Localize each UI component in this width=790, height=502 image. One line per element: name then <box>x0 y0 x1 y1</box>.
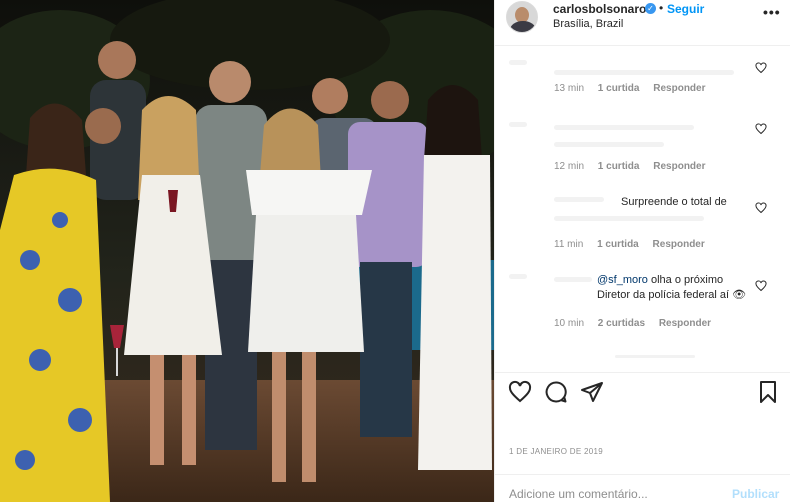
comment-like-heart-icon[interactable] <box>755 62 767 74</box>
comment-meta: 12 min 1 curtida Responder <box>554 161 717 172</box>
comment-reply-button[interactable]: Responder <box>653 161 705 172</box>
follow-button[interactable]: Seguir <box>667 2 704 16</box>
blurred-comment-text <box>554 142 664 147</box>
location-link[interactable]: Brasília, Brazil <box>553 18 623 30</box>
comment-icon[interactable] <box>544 380 568 404</box>
group-photo-illustration <box>0 0 494 502</box>
avatar-body <box>510 21 536 32</box>
comment-time: 13 min <box>554 83 585 94</box>
blurred-avatar <box>509 60 527 65</box>
add-comment-input[interactable]: Adicione um comentário... <box>509 487 648 501</box>
publish-button[interactable]: Publicar <box>732 487 779 501</box>
blurred-avatar <box>509 274 527 279</box>
comment-reply-button[interactable]: Responder <box>653 239 705 250</box>
comment-meta: 13 min 1 curtida Responder <box>554 83 717 94</box>
comment-time: 10 min <box>554 318 585 329</box>
blurred-comment-text <box>615 355 695 358</box>
comment-item: 12 min 1 curtida Responder <box>495 120 790 176</box>
comment-item: 13 min 1 curtida Responder <box>495 58 790 98</box>
comment-like-heart-icon[interactable] <box>755 280 767 292</box>
comment-likes[interactable]: 1 curtida <box>598 161 640 172</box>
comment-text: @sf_moro olha o próximo Diretor da políc… <box>597 273 757 303</box>
comment-item: @sf_moro olha o próximo Diretor da políc… <box>495 272 790 336</box>
comment-time: 12 min <box>554 161 585 172</box>
more-options-icon[interactable]: ••• <box>763 4 781 20</box>
header-separator: • <box>659 1 664 15</box>
comment-time: 11 min <box>554 239 584 250</box>
username-link[interactable]: carlosbolsonaro <box>553 2 646 16</box>
post-photo[interactable] <box>0 0 494 502</box>
comment-reply-button[interactable]: Responder <box>659 318 711 329</box>
post-header: carlosbolsonaro ✓ • Seguir Brasília, Bra… <box>495 0 790 46</box>
add-comment-bar: Adicione um comentário... Publicar <box>495 474 790 502</box>
comment-like-heart-icon[interactable] <box>755 123 767 135</box>
comment-meta: 10 min 2 curtidas Responder <box>554 318 722 329</box>
comment-likes[interactable]: 1 curtida <box>597 239 639 250</box>
share-icon[interactable] <box>580 380 604 404</box>
comment-item: Surpreende o total de 11 min 1 curtida R… <box>495 192 790 252</box>
comment-like-heart-icon[interactable] <box>755 202 767 214</box>
avatar[interactable] <box>506 1 538 33</box>
post-date[interactable]: 1 DE JANEIRO DE 2019 <box>509 447 603 456</box>
mention-link[interactable]: @sf_moro <box>597 274 648 286</box>
comment-meta: 11 min 1 curtida Responder <box>554 239 716 250</box>
post-sidebar: carlosbolsonaro ✓ • Seguir Brasília, Bra… <box>494 0 790 502</box>
blurred-comment-text <box>554 197 604 202</box>
comment-likes[interactable]: 2 curtidas <box>598 318 645 329</box>
post-actions <box>495 372 790 412</box>
comment-likes[interactable]: 1 curtida <box>598 83 640 94</box>
blurred-comment-text <box>554 125 694 130</box>
blurred-comment-text <box>554 70 734 75</box>
comment-reply-button[interactable]: Responder <box>653 83 705 94</box>
blurred-comment-text <box>554 216 704 221</box>
comment-text: Surpreende o total de <box>621 196 727 208</box>
blurred-username <box>554 277 592 282</box>
verified-badge-icon: ✓ <box>645 3 656 14</box>
heart-icon[interactable] <box>508 380 532 404</box>
blurred-avatar <box>509 122 527 127</box>
bookmark-icon[interactable] <box>756 380 780 404</box>
